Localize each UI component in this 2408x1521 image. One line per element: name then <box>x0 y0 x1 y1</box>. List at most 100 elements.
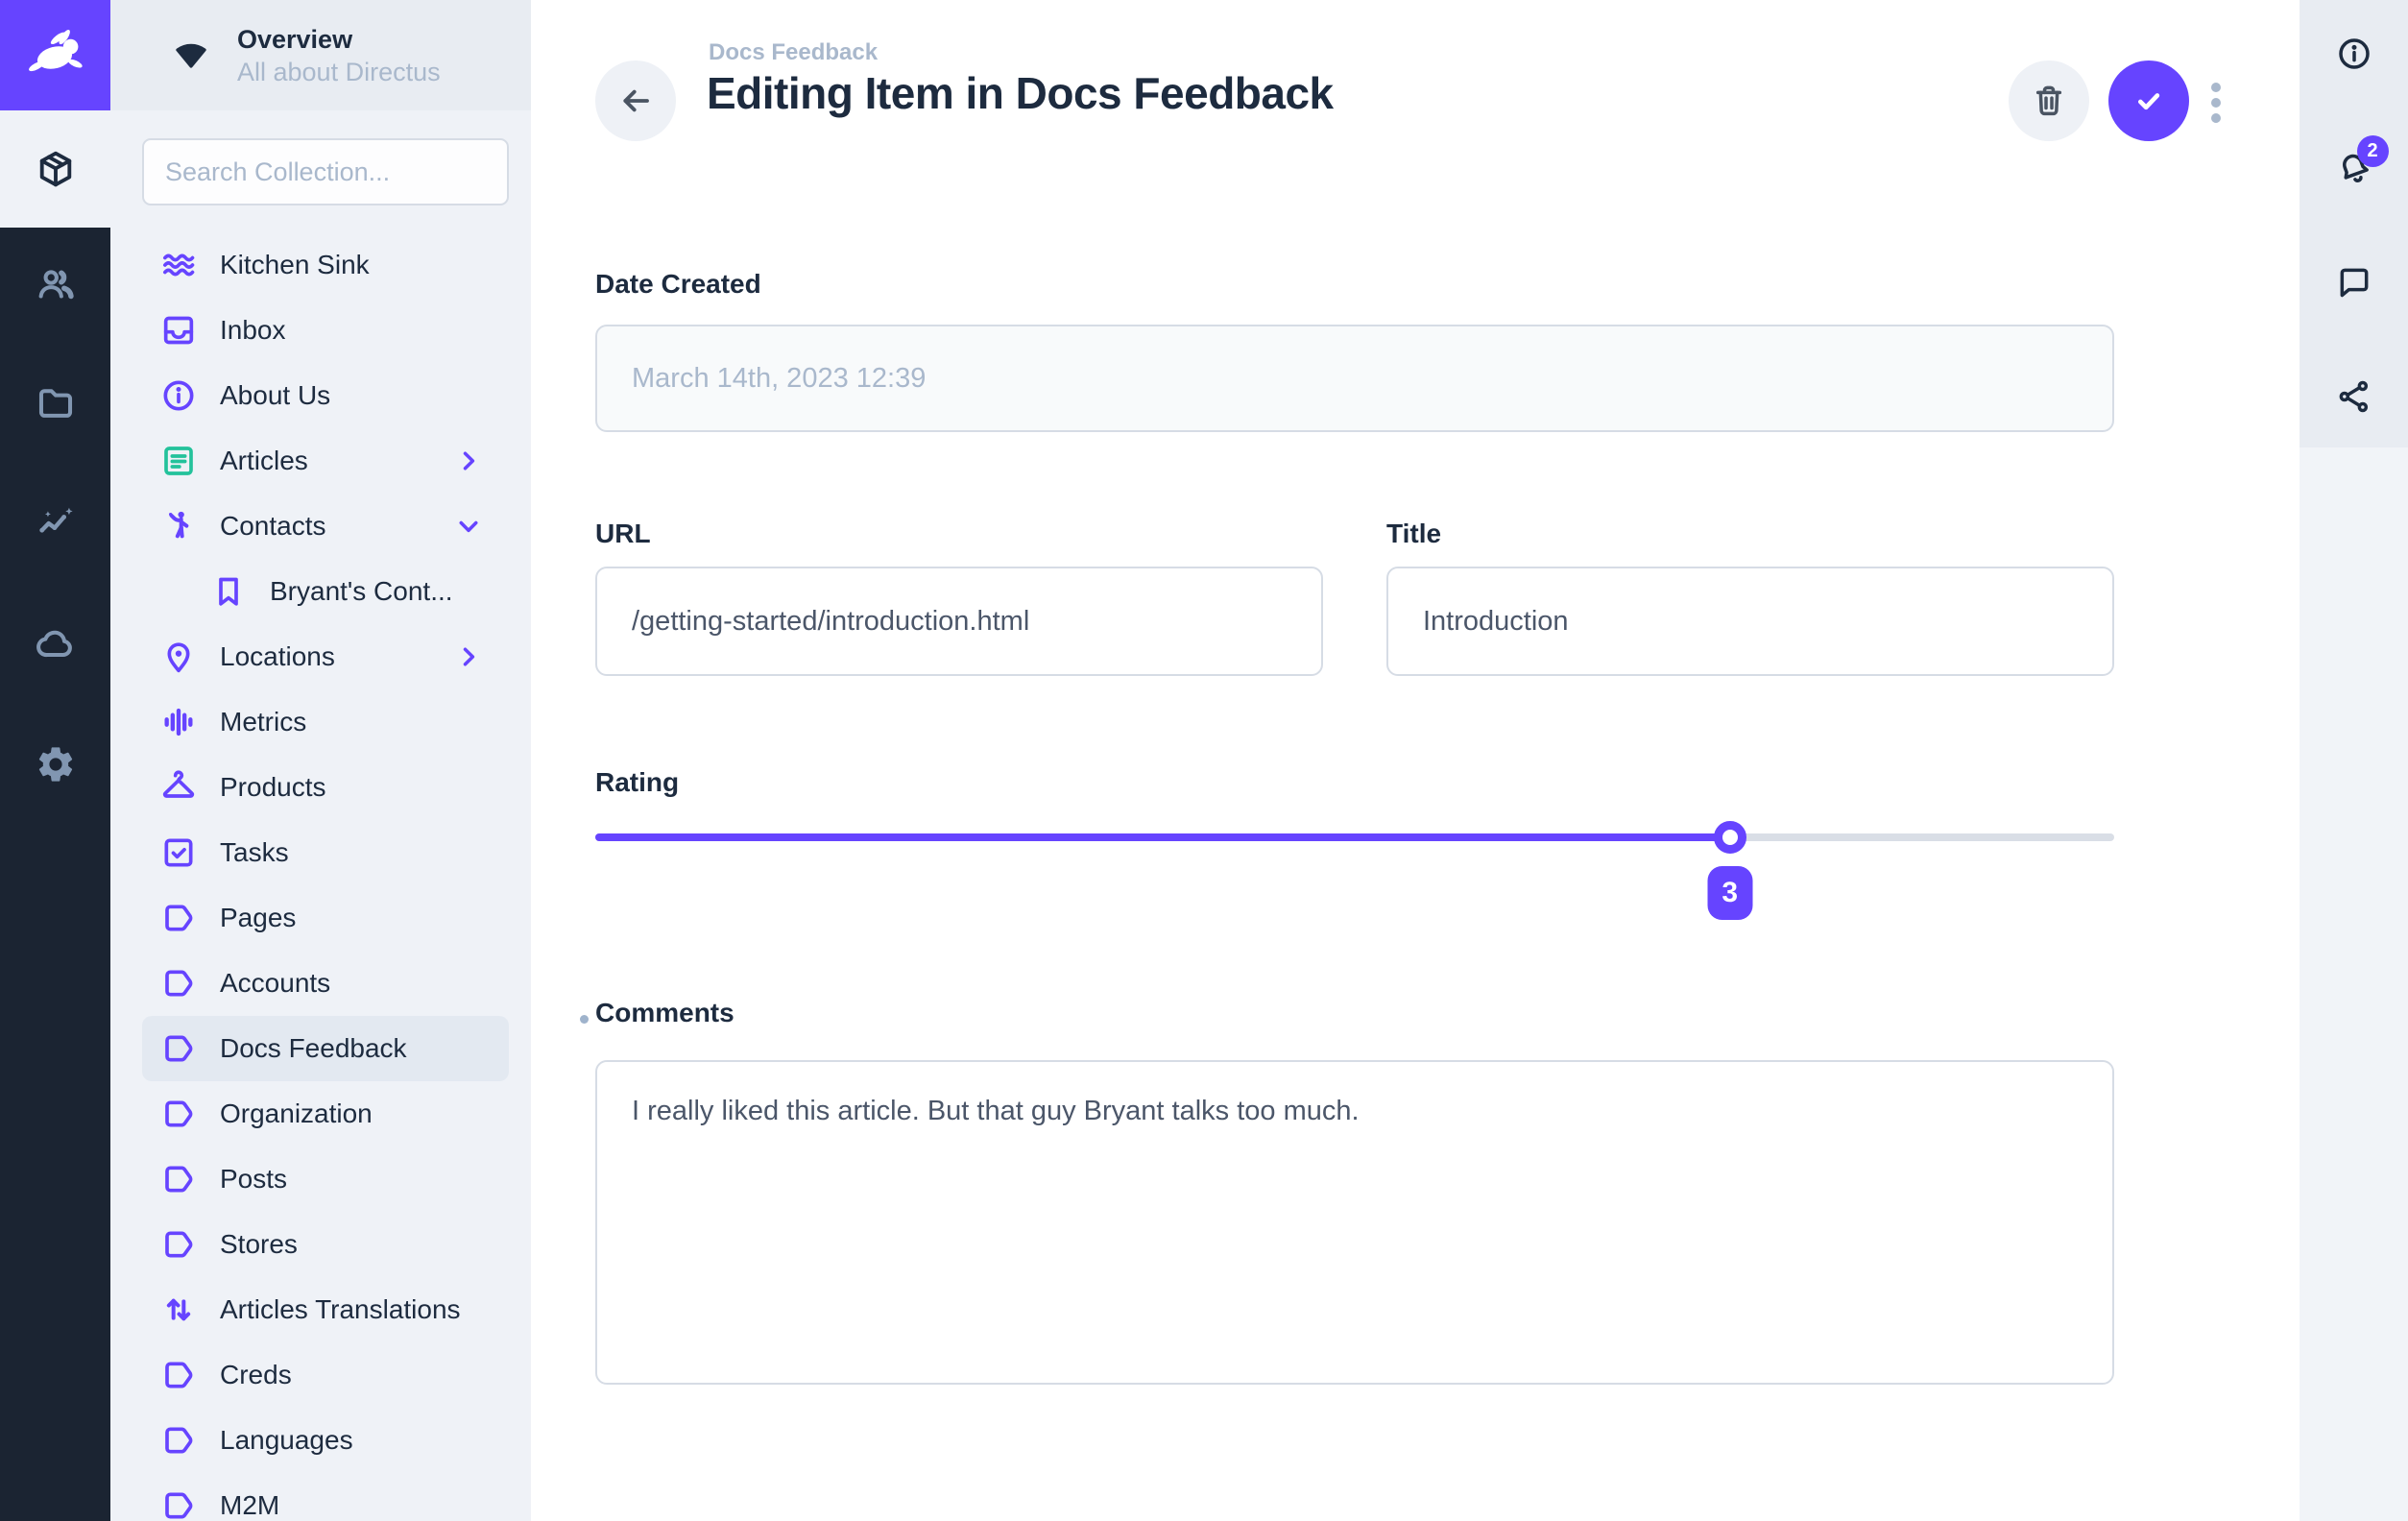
collections-sidebar: Overview All about Directus Kitchen Sink <box>110 0 531 1521</box>
label-icon <box>159 1356 198 1394</box>
sidebar-item-label: Tasks <box>220 837 289 868</box>
inbox-icon <box>159 311 198 350</box>
map-pin-icon <box>159 638 198 676</box>
sidebar-item-bryants-contacts[interactable]: Bryant's Cont... <box>110 559 531 624</box>
right-sidebar: 2 <box>2300 0 2408 1521</box>
sidebar-item-label: Locations <box>220 641 335 672</box>
sidebar-item-kitchen-sink[interactable]: Kitchen Sink <box>110 232 531 298</box>
sidebar-item-pages[interactable]: Pages <box>110 885 531 951</box>
delete-button[interactable] <box>2009 60 2089 141</box>
project-logo-button[interactable] <box>0 0 110 110</box>
info-icon <box>159 376 198 415</box>
notifications-bell-icon[interactable]: 2 <box>2335 149 2373 187</box>
waves-icon <box>159 246 198 284</box>
app-window: Overview All about Directus Kitchen Sink <box>0 0 2408 1521</box>
edited-indicator-dot <box>580 1015 589 1024</box>
field-label-rating: Rating <box>595 767 679 798</box>
field-label-title: Title <box>1386 519 1441 549</box>
nav-overview-header[interactable]: Overview All about Directus <box>110 0 531 110</box>
rating-fill <box>595 833 1730 841</box>
comments-panel-icon[interactable] <box>2335 263 2373 302</box>
more-options-button[interactable] <box>2209 81 2223 125</box>
comments-textarea[interactable]: I really liked this article. But that gu… <box>595 1060 2114 1385</box>
sidebar-item-label: M2M <box>220 1490 279 1521</box>
save-button[interactable] <box>2108 60 2189 141</box>
date-created-input[interactable] <box>595 325 2114 432</box>
sidebar-item-stores[interactable]: Stores <box>110 1212 531 1277</box>
person-waving-icon <box>159 507 198 545</box>
sidebar-item-about-us[interactable]: About Us <box>110 363 531 428</box>
sidebar-item-label: Posts <box>220 1164 287 1195</box>
sidebar-item-posts[interactable]: Posts <box>110 1147 531 1212</box>
rating-slider[interactable]: 3 <box>595 833 2114 841</box>
sidebar-item-label: Inbox <box>220 315 286 346</box>
hanger-icon <box>159 768 198 807</box>
label-icon <box>159 1029 198 1068</box>
checkbox-icon <box>159 833 198 872</box>
sidebar-item-metrics[interactable]: Metrics <box>110 689 531 755</box>
sidebar-item-inbox[interactable]: Inbox <box>110 298 531 363</box>
collection-list: Kitchen Sink Inbox <box>110 232 531 1521</box>
label-icon <box>159 964 198 1002</box>
sidebar-item-label: Articles <box>220 446 308 476</box>
url-input[interactable] <box>595 567 1323 676</box>
module-content-button[interactable] <box>0 110 110 228</box>
sidebar-item-articles-translations[interactable]: Articles Translations <box>110 1277 531 1342</box>
sidebar-item-label: Organization <box>220 1098 373 1129</box>
folder-icon[interactable] <box>35 383 77 425</box>
swap-vertical-icon <box>159 1291 198 1329</box>
bookmark-icon <box>209 572 248 611</box>
right-sidebar-icon-list: 2 <box>2300 0 2408 447</box>
field-label-date-created: Date Created <box>595 269 761 300</box>
breadcrumb[interactable]: Docs Feedback <box>709 39 878 66</box>
sidebar-item-label: Bryant's Cont... <box>270 576 453 607</box>
page-title: Editing Item in Docs Feedback <box>707 67 1334 119</box>
search-input[interactable] <box>142 138 509 205</box>
module-icon-list <box>0 228 110 785</box>
sidebar-item-accounts[interactable]: Accounts <box>110 951 531 1016</box>
title-input[interactable] <box>1386 567 2114 676</box>
sidebar-item-organization[interactable]: Organization <box>110 1081 531 1147</box>
sidebar-item-label: Docs Feedback <box>220 1033 407 1064</box>
sidebar-item-locations[interactable]: Locations <box>110 624 531 689</box>
main-content: Docs Feedback Editing Item in Docs Feedb… <box>531 0 2300 1521</box>
label-icon <box>159 1095 198 1133</box>
sidebar-item-tasks[interactable]: Tasks <box>110 820 531 885</box>
sidebar-item-label: Kitchen Sink <box>220 250 370 280</box>
notification-count-badge: 2 <box>2357 135 2389 167</box>
label-icon <box>159 1486 198 1521</box>
chevron-down-icon[interactable] <box>454 512 483 541</box>
cloud-icon[interactable] <box>35 623 77 665</box>
sidebar-item-label: Metrics <box>220 707 306 737</box>
sidebar-item-articles[interactable]: Articles <box>110 428 531 494</box>
sidebar-item-languages[interactable]: Languages <box>110 1408 531 1473</box>
insights-icon[interactable] <box>35 503 77 545</box>
info-icon[interactable] <box>2335 35 2373 73</box>
sidebar-item-contacts[interactable]: Contacts <box>110 494 531 559</box>
sidebar-item-label: Contacts <box>220 511 326 542</box>
module-bar <box>0 0 110 1521</box>
gear-icon[interactable] <box>35 743 77 785</box>
sidebar-item-m2m[interactable]: M2M <box>110 1473 531 1521</box>
back-button[interactable] <box>595 60 676 141</box>
box-icon <box>35 148 77 190</box>
chevron-right-icon[interactable] <box>454 447 483 475</box>
field-label-url: URL <box>595 519 651 549</box>
users-icon[interactable] <box>35 263 77 305</box>
field-label-comments: Comments <box>595 998 734 1028</box>
sidebar-item-creds[interactable]: Creds <box>110 1342 531 1408</box>
fan-icon <box>168 36 214 75</box>
label-icon <box>159 1421 198 1460</box>
chevron-right-icon[interactable] <box>454 642 483 671</box>
rabbit-logo-icon <box>25 26 86 84</box>
sidebar-item-label: About Us <box>220 380 330 411</box>
nav-subtitle: All about Directus <box>237 56 441 88</box>
article-icon <box>159 442 198 480</box>
sidebar-item-products[interactable]: Products <box>110 755 531 820</box>
rating-value: 3 <box>1722 877 1738 909</box>
rating-track[interactable] <box>595 833 2114 841</box>
sidebar-item-label: Articles Translations <box>220 1294 461 1325</box>
sidebar-item-docs-feedback[interactable]: Docs Feedback <box>142 1016 509 1081</box>
rating-knob[interactable] <box>1714 821 1746 854</box>
share-icon[interactable] <box>2335 377 2373 416</box>
